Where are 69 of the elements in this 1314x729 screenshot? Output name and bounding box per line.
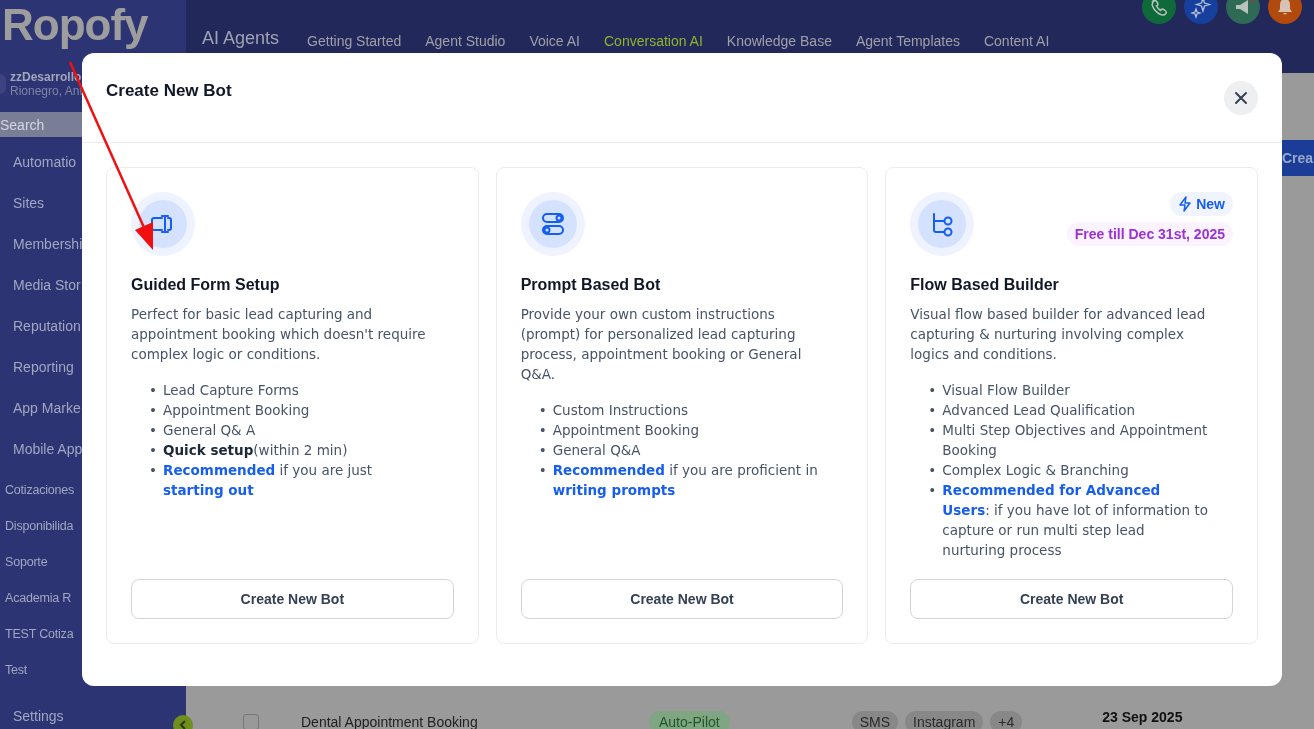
nav-tab[interactable]: Content AI — [983, 33, 1050, 49]
bullet-marker: • — [149, 421, 157, 440]
nav-tab[interactable]: Agent Studio — [425, 33, 506, 49]
bullet-marker: • — [928, 461, 937, 480]
phone-icon[interactable] — [1142, 0, 1176, 24]
feature-item: Recommended for Advanced Users: if you have lot of information to capture or run multi step lead nurturing process — [942, 481, 1209, 560]
feature-item: Appointment Booking — [163, 401, 310, 420]
bullet-marker: • — [928, 401, 937, 420]
feature-item: Multi Step Objectives and Appointment Booking — [942, 421, 1209, 460]
nav-tab[interactable]: Voice AI — [529, 33, 580, 49]
megaphone-icon[interactable] — [1226, 0, 1260, 24]
feature-item: Complex Logic & Branching — [942, 461, 1129, 480]
close-icon — [1234, 90, 1248, 105]
bot-name: Dental Appointment Booking — [301, 714, 479, 729]
feature-item: General Q&A — [552, 441, 641, 460]
collapse-icon[interactable] — [173, 715, 193, 729]
promo-badge: Free till Dec 31st, 2025 — [1066, 222, 1233, 246]
create-bot-button[interactable]: Create New Bot — [520, 579, 844, 619]
bullet-marker: • — [538, 421, 547, 440]
close-button[interactable] — [1224, 80, 1258, 115]
bullet-marker: • — [928, 421, 937, 440]
bullet-marker: • — [538, 461, 547, 480]
create-bot-button[interactable]: Create New Bot — [131, 579, 454, 619]
feature-item: General Q& A — [163, 421, 256, 440]
card-description: Perfect for basic lead capturing and appointment booking which doesn't require complex logic or conditions. — [131, 305, 427, 364]
bell-icon[interactable] — [1268, 0, 1302, 24]
feature-item: Custom Instructions — [552, 401, 688, 420]
sidebar-item[interactable]: Settings — [0, 693, 186, 729]
mode-tag: Auto-Pilot — [649, 711, 730, 729]
card-title: Flow Based Builder — [910, 276, 1060, 294]
feature-item: Quick setup(within 2 min) — [163, 441, 348, 460]
nav-tab[interactable]: Agent Templates — [855, 33, 960, 49]
row-checkbox[interactable] — [243, 714, 259, 729]
nav-tab[interactable]: Getting Started — [307, 33, 402, 49]
nav-tab[interactable]: Conversation AI — [604, 33, 703, 49]
bullet-marker: • — [149, 441, 157, 460]
account-location: Rionegro, Ant — [10, 84, 83, 99]
feature-item: Appointment Booking — [552, 421, 699, 440]
form-field-icon — [131, 192, 195, 256]
card-title: Guided Form Setup — [131, 276, 281, 294]
modal-title: Create New Bot — [106, 80, 232, 101]
bullet-marker: • — [928, 481, 937, 500]
sparkle-icon[interactable] — [1184, 0, 1218, 24]
channel-tag: Instagram — [905, 711, 984, 729]
bullet-marker: • — [538, 401, 547, 420]
app-title: AI Agents — [202, 28, 280, 49]
bullet-marker: • — [538, 441, 547, 460]
lightning-icon — [1178, 196, 1193, 212]
feature-item: Recommended if you are just starting out — [163, 461, 374, 500]
nav-tab[interactable]: Knowledge Base — [726, 33, 832, 49]
branch-icon — [910, 192, 975, 256]
create-bot-button[interactable]: Create New Bot — [910, 579, 1233, 619]
card-description: Visual flow based builder for advanced lead capturing & nurturing involving complex logics and conditions. — [910, 305, 1207, 364]
bullet-marker: • — [928, 381, 937, 400]
new-badge: New — [1170, 192, 1233, 216]
card-title: Prompt Based Bot — [520, 276, 662, 294]
logo-text: Ropofy — [2, 0, 149, 50]
bullet-marker: • — [149, 461, 157, 480]
channel-tag: SMS — [851, 711, 899, 729]
feature-item: Visual Flow Builder — [942, 381, 1070, 400]
date-text: 23 Sep 2025 — [1102, 709, 1183, 725]
feature-item: Lead Capture Forms — [163, 381, 299, 400]
feature-item: Recommended if you are proficient in writing prompts — [552, 461, 819, 500]
bullet-marker: • — [149, 401, 157, 420]
bullet-marker: • — [149, 381, 157, 400]
card-description: Provide your own custom instructions (prompt) for personalized lead capturing process, appointment booking or General Q&A. — [520, 305, 803, 384]
feature-item: Advanced Lead Qualification — [942, 401, 1136, 420]
channel-tag: +4 — [990, 711, 1023, 729]
toggle-icon — [520, 192, 585, 256]
